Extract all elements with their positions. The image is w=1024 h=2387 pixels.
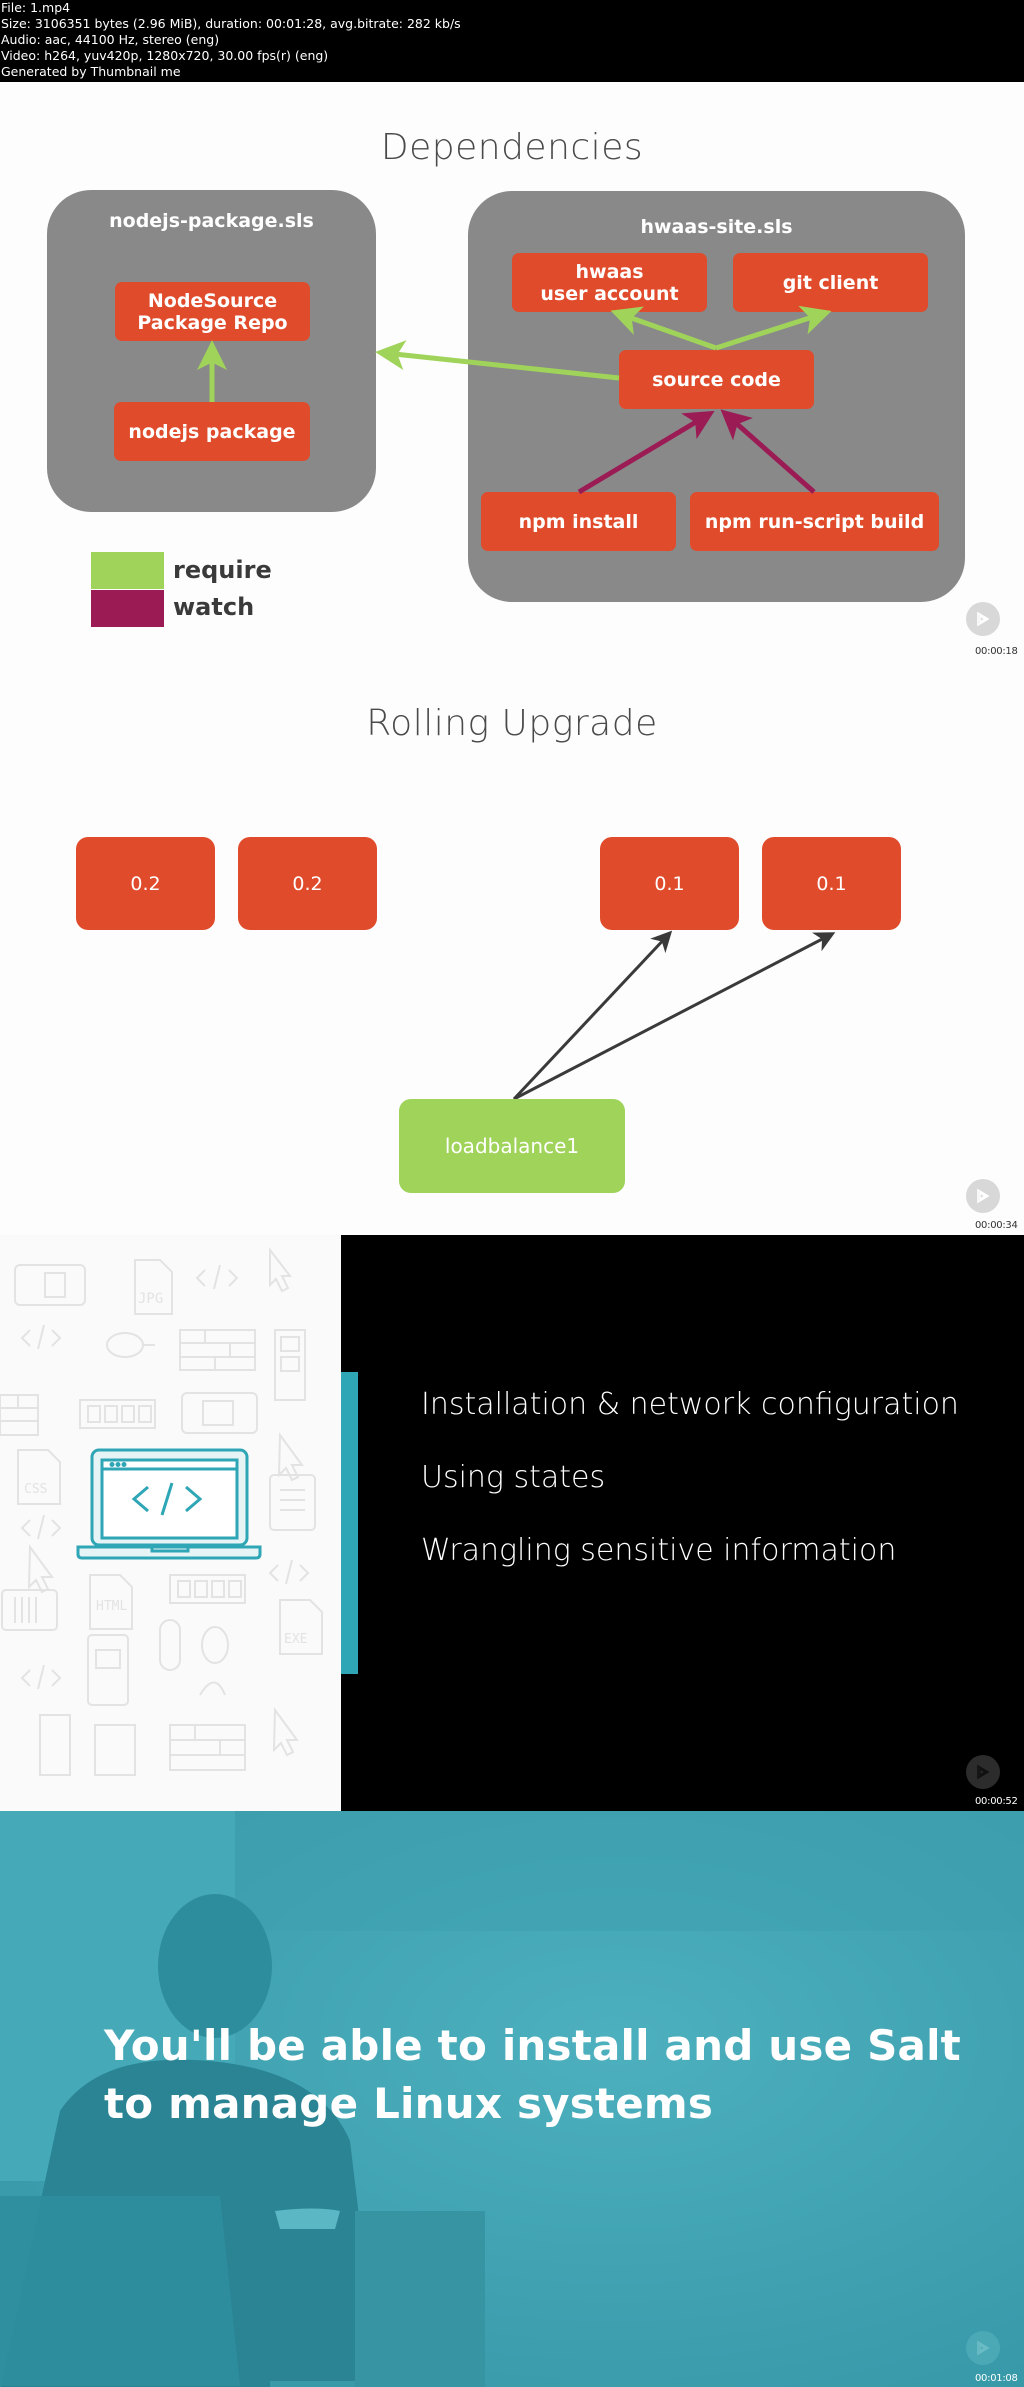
timestamp: 00:00:34 (975, 1220, 1018, 1231)
group-title: hwaas-site.sls (640, 216, 793, 238)
file-info-line: Video: h264, yuv420p, 1280x720, 30.00 fp… (1, 48, 329, 63)
frame-course-topics: JPG CSS HTML EXE Installation & network … (0, 1235, 1024, 1811)
topic-item: Using states (421, 1460, 606, 1495)
file-info-line: Size: 3106351 bytes (2.96 MiB), duration… (1, 16, 461, 31)
file-info-line: File: 1.mp4 (1, 0, 71, 15)
play-icon (977, 2340, 990, 2356)
tech-icon-pattern: JPG CSS HTML EXE (0, 1247, 323, 1776)
server-node: 0.1 (600, 837, 739, 930)
timestamp: 00:00:18 (975, 646, 1018, 657)
file-info-line: Generated by Thumbnail me (1, 64, 181, 79)
frame-dependencies: Dependencies nodejs-package.sls hwaas-si… (0, 82, 1024, 662)
play-button[interactable] (966, 602, 1000, 636)
server-node: 0.2 (76, 837, 215, 930)
legend-swatch-watch (91, 590, 164, 627)
frame-rolling-upgrade: Rolling Upgrade 0.2 0.2 0.1 0.1 loadbala… (0, 662, 1024, 1235)
legend-swatch-require (91, 552, 164, 589)
svg-text:JPG: JPG (138, 1291, 163, 1307)
play-button[interactable] (966, 1755, 1000, 1789)
headline-line: You'll be able to install and use Salt (104, 2021, 961, 2070)
node-npm-run-script-build: npm run-script build (690, 492, 939, 551)
slide-title: Dependencies (380, 127, 644, 168)
accent-bar (341, 1372, 358, 1674)
frame-course-outcome: You'll be able to install and use Salt t… (0, 1811, 1024, 2387)
file-info-line: Audio: aac, 44100 Hz, stereo (eng) (1, 32, 220, 47)
arrow-route (513, 932, 836, 1101)
laptop-code-icon (76, 1448, 262, 1560)
node-nodesource-repo: NodeSource Package Repo (115, 282, 310, 341)
node-git-client: git client (733, 253, 928, 312)
node-nodejs-package: nodejs package (114, 402, 310, 461)
legend-label-watch: watch (173, 593, 255, 621)
group-nodejs-package: nodejs-package.sls (47, 190, 376, 512)
file-info-header: File: 1.mp4 Size: 3106351 bytes (2.96 Mi… (0, 0, 1024, 82)
server-node: 0.2 (238, 837, 377, 930)
play-icon (977, 1188, 990, 1204)
headline-line: to manage Linux systems (104, 2079, 714, 2128)
timestamp: 00:01:08 (975, 2373, 1018, 2384)
arrow-route (512, 930, 673, 1101)
server-node: 0.1 (762, 837, 901, 930)
play-icon (977, 611, 990, 627)
load-balancer-node: loadbalance1 (399, 1099, 625, 1193)
play-button[interactable] (966, 2331, 1000, 2365)
slide-title: Rolling Upgrade (366, 703, 658, 744)
node-npm-install: npm install (481, 492, 676, 551)
group-title: nodejs-package.sls (109, 210, 314, 232)
timestamp: 00:00:52 (975, 1796, 1018, 1807)
node-hwaas-user-account: hwaas user account (512, 253, 707, 312)
node-source-code: source code (619, 350, 814, 409)
icon-pattern-panel: JPG CSS HTML EXE (0, 1235, 341, 1811)
play-icon (977, 1764, 990, 1780)
legend-label-require: require (173, 556, 272, 584)
svg-text:HTML: HTML (96, 1599, 127, 1614)
topic-item: Installation & network configuration (421, 1387, 959, 1422)
play-button[interactable] (966, 1179, 1000, 1213)
topic-item: Wrangling sensitive information (421, 1533, 897, 1568)
svg-text:EXE: EXE (284, 1632, 307, 1647)
svg-text:CSS: CSS (24, 1482, 47, 1497)
